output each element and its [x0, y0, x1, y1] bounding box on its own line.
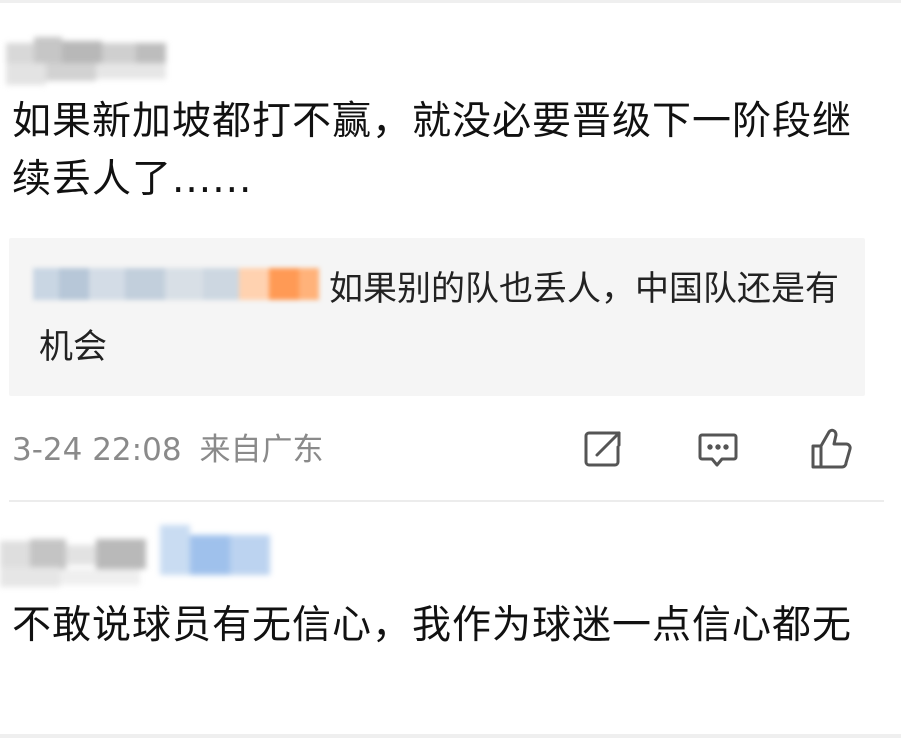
comment-text: 不敢说球员有无信心，我作为球迷一点信心都无: [12, 603, 853, 648]
comment-meta: 3-24 22:08 来自广东: [12, 428, 324, 472]
like-icon[interactable]: [808, 426, 854, 472]
top-divider: [0, 0, 901, 3]
comment-text: 如果新加坡都打不赢，就没必要晋级下一阶段继续丢人了......: [12, 99, 853, 202]
username-blurred[interactable]: [0, 525, 280, 591]
bottom-divider: [0, 734, 901, 738]
username-blurred[interactable]: [6, 37, 191, 91]
reply-box[interactable]: 如果别的队也丢人，中国队还是有机会: [9, 238, 865, 396]
timestamp: 3-24 22:08: [12, 432, 182, 468]
share-icon[interactable]: [580, 426, 626, 472]
comment-icon[interactable]: [695, 426, 741, 472]
location-label: 来自广东: [199, 432, 324, 468]
comment-divider: [9, 500, 884, 502]
reply-text: 如果别的队也丢人，中国队还是有机会: [39, 269, 839, 367]
